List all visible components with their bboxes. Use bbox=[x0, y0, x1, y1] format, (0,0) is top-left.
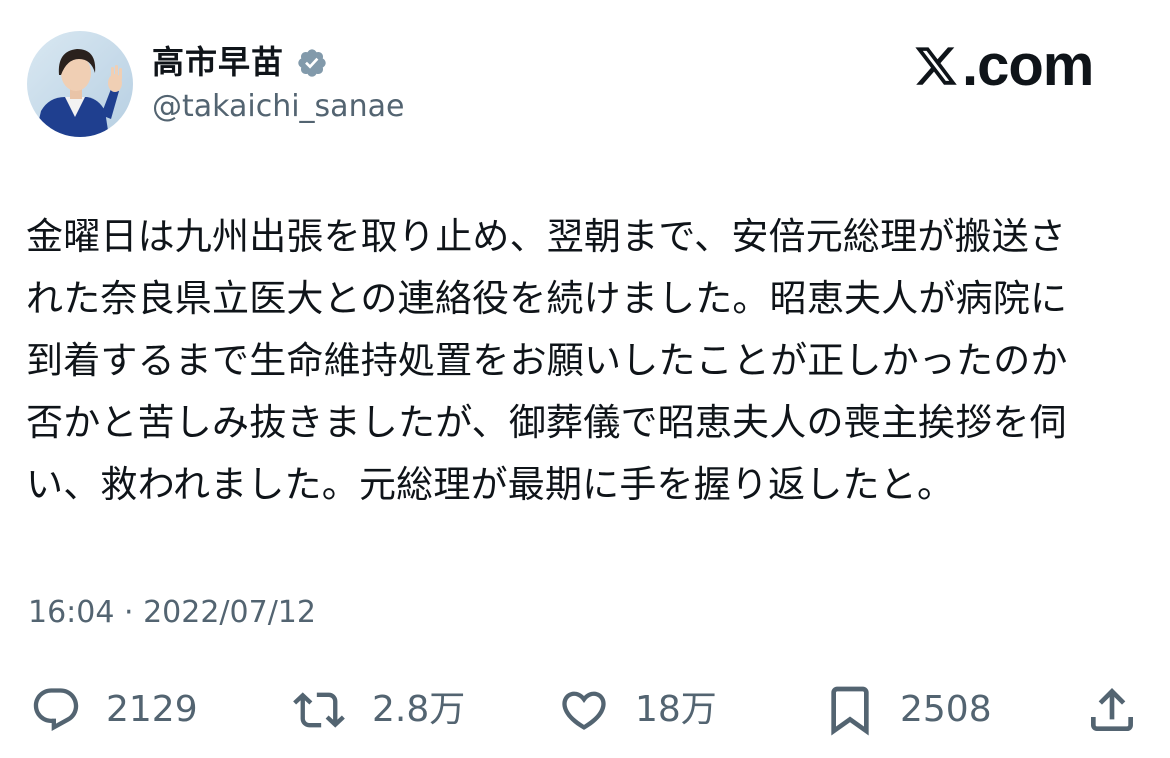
retweet-icon bbox=[293, 692, 345, 728]
share-button[interactable] bbox=[1084, 680, 1140, 740]
action-bar: 2129 2.8万 18万 2508 bbox=[0, 680, 1170, 740]
heart-icon bbox=[562, 691, 606, 730]
author-display-name[interactable]: 高市早苗 bbox=[152, 40, 284, 84]
tweet-line: 到着するまで生命維持処置をお願いしたことが正しかったのか bbox=[26, 339, 1068, 382]
retweet-button[interactable]: 2.8万 bbox=[288, 680, 465, 740]
tweet-timestamp[interactable]: 16:04 · 2022/07/12 bbox=[28, 591, 316, 635]
bookmark-icon bbox=[831, 686, 869, 736]
reply-icon bbox=[33, 688, 79, 732]
like-count: 18万 bbox=[635, 689, 717, 730]
verified-badge-icon bbox=[298, 49, 326, 77]
bookmark-button[interactable]: 2508 bbox=[822, 680, 992, 740]
reply-count: 2129 bbox=[106, 689, 198, 730]
like-button[interactable]: 18万 bbox=[555, 680, 717, 740]
tweet-line: い、救われました。元総理が最期に手を握り返したと。 bbox=[26, 463, 955, 506]
share-icon bbox=[1091, 688, 1133, 731]
retweet-count: 2.8万 bbox=[372, 689, 466, 730]
brand-logo: .com bbox=[912, 33, 1094, 98]
tweet-card: 高市早苗 @takaichi_sanae .com 金曜日は九州出張を取り止め、… bbox=[0, 0, 1170, 758]
author-handle[interactable]: @takaichi_sanae bbox=[152, 86, 404, 128]
tweet-line: 否かと苦しみ抜きましたが、御葬儀で昭恵夫人の喪主挨拶を伺 bbox=[26, 401, 1067, 444]
reply-button[interactable]: 2129 bbox=[28, 680, 198, 740]
tweet-line: 金曜日は九州出張を取り止め、翌朝まで、安倍元総理が搬送さ bbox=[26, 215, 1067, 258]
brand-domain-text: .com bbox=[962, 33, 1094, 98]
tweet-body: 金曜日は九州出張を取り止め、翌朝まで、安倍元総理が搬送さ れた奈良県立医大との連… bbox=[26, 206, 1151, 516]
avatar-image bbox=[27, 31, 133, 137]
avatar[interactable] bbox=[27, 31, 133, 137]
bookmark-count: 2508 bbox=[900, 689, 992, 730]
x-logo-icon bbox=[915, 47, 957, 85]
tweet-line: れた奈良県立医大との連絡役を続けました。昭恵夫人が病院に bbox=[26, 277, 1068, 320]
